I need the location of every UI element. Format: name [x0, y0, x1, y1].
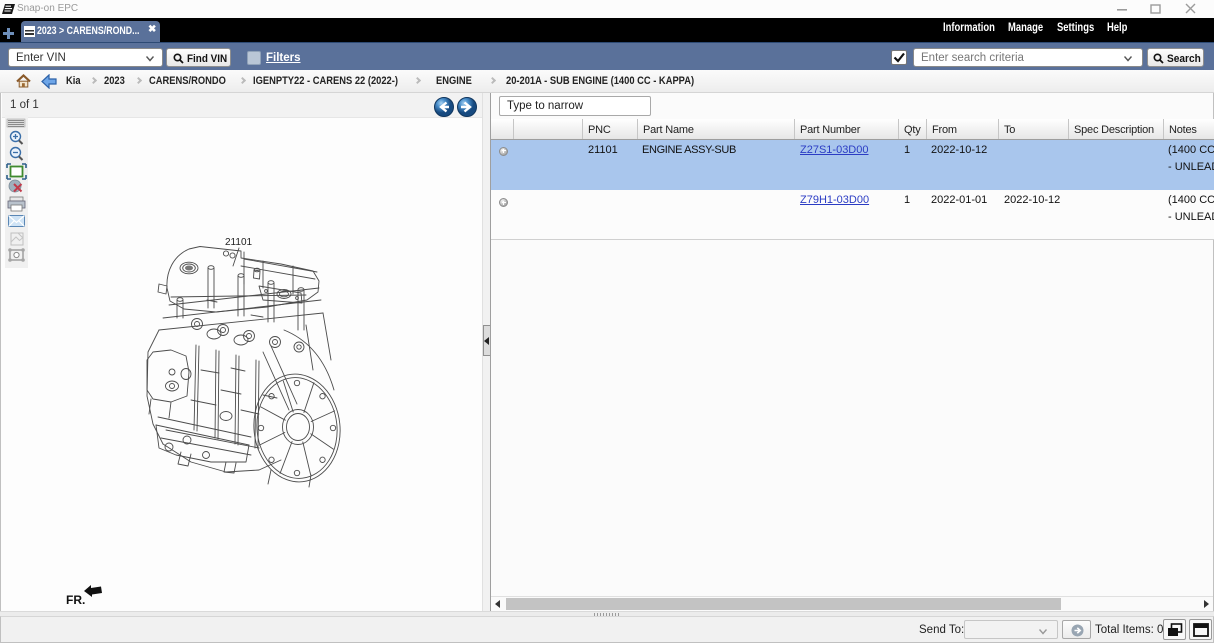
svg-text:21101: 21101	[225, 237, 253, 248]
